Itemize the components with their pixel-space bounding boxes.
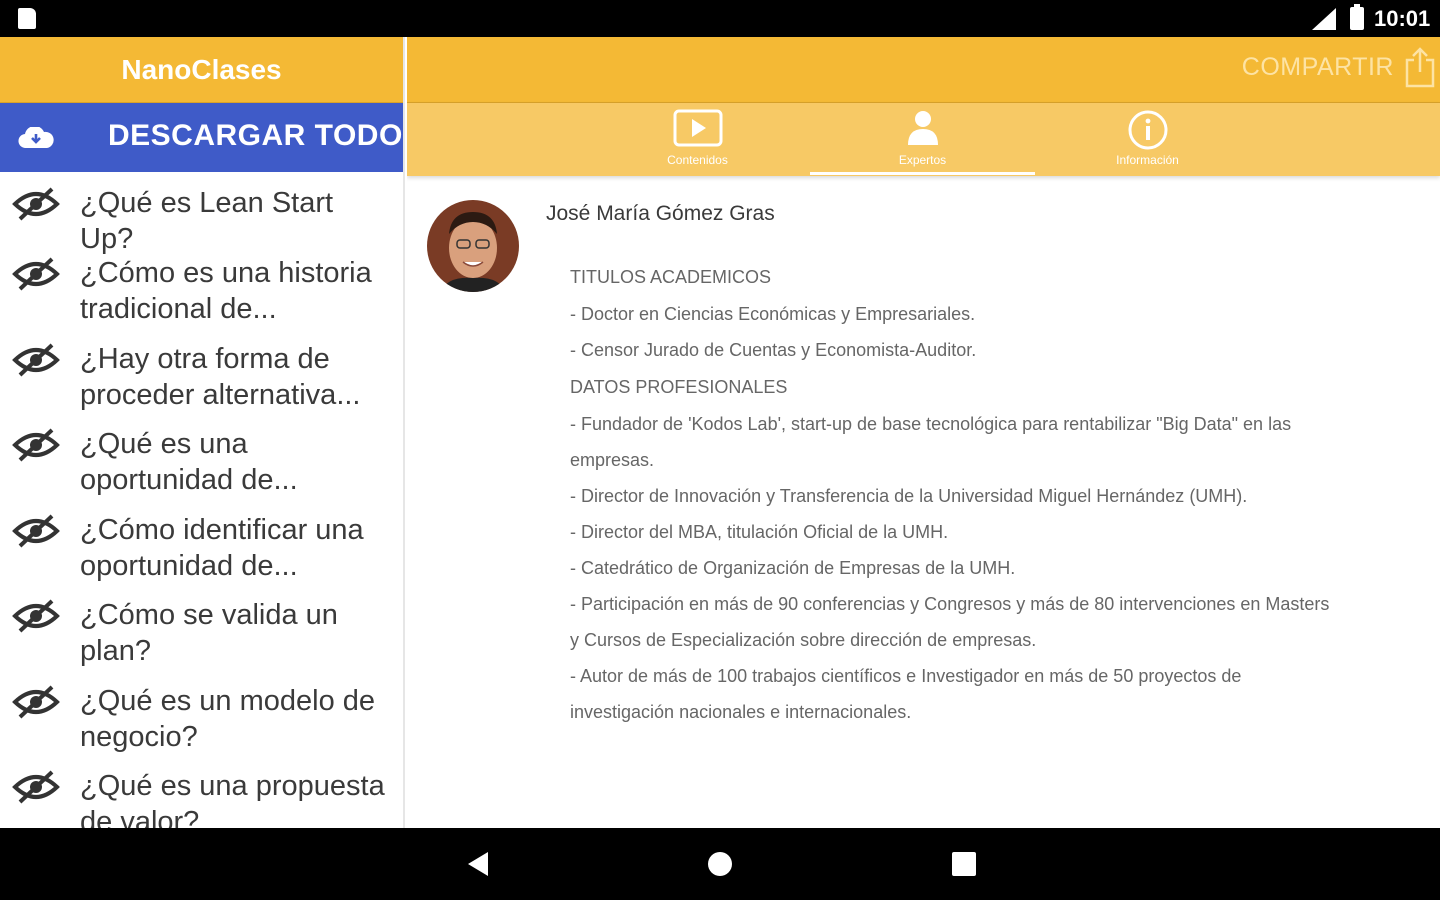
bio-item: - Director del MBA, titulación Oficial d… xyxy=(570,522,949,542)
tab-contenidos[interactable]: Contenidos xyxy=(585,103,810,176)
navigation-bar xyxy=(0,828,1440,900)
tab-label: Expertos xyxy=(898,153,947,167)
lesson-title: ¿Cómo es una historia tradicional de... xyxy=(80,257,372,325)
cloud-download-icon xyxy=(18,127,54,149)
expert-bio: TITULOS ACADEMICOS - Doctor en Ciencias … xyxy=(570,258,1330,730)
eye-hidden-icon xyxy=(12,599,60,633)
lesson-title: ¿Cómo se valida un plan? xyxy=(80,599,338,667)
sd-card-icon xyxy=(18,8,36,29)
expert-avatar xyxy=(427,200,519,292)
bio-item: - Censor Jurado de Cuentas y Economista-… xyxy=(570,340,977,360)
lesson-title: ¿Qué es una propuesta de valor? xyxy=(80,770,385,828)
eye-hidden-icon xyxy=(12,187,60,221)
app-bar: COMPARTIR xyxy=(407,37,1440,103)
expert-name: José María Gómez Gras xyxy=(546,202,775,225)
sidebar: NanoClases DESCARGAR TODO ¿Qué es Lean S… xyxy=(0,37,405,828)
signal-icon xyxy=(1312,8,1336,30)
lesson-title: ¿Cómo identificar una oportunidad de... xyxy=(80,513,364,582)
bio-heading: DATOS PROFESIONALES xyxy=(570,377,788,397)
bio-item: - Autor de más de 100 trabajos científic… xyxy=(570,666,1242,722)
battery-icon xyxy=(1350,4,1364,30)
bio-heading: TITULOS ACADEMICOS xyxy=(570,267,772,287)
lesson-list: ¿Qué es Lean Start Up? ¿Cómo es una hist… xyxy=(0,172,403,828)
tab-label: Contenidos xyxy=(667,153,728,167)
lesson-item[interactable]: ¿Qué es una oportunidad de... xyxy=(0,413,403,499)
bio-item: - Doctor en Ciencias Económicas y Empres… xyxy=(570,304,976,324)
bio-item: - Director de Innovación y Transferencia… xyxy=(570,486,1248,506)
lesson-title: ¿Qué es una oportunidad de... xyxy=(80,428,298,496)
status-bar: 10:01 xyxy=(0,0,1440,37)
tab-label: Información xyxy=(1116,153,1179,167)
lesson-item[interactable]: ¿Hay otra forma de proceder alternativa.… xyxy=(0,328,403,414)
download-all-label: DESCARGAR TODO xyxy=(108,119,403,152)
tab-informacion[interactable]: Información xyxy=(1035,103,1260,176)
eye-hidden-icon xyxy=(12,514,60,547)
home-icon[interactable] xyxy=(706,850,734,878)
bio-item: - Participación en más de 90 conferencia… xyxy=(570,594,1330,650)
play-icon xyxy=(673,109,722,147)
lesson-item[interactable]: ¿Qué es un modelo de negocio? xyxy=(0,670,403,756)
lesson-item[interactable]: ¿Cómo identificar una oportunidad de... xyxy=(0,499,403,585)
back-icon[interactable] xyxy=(466,850,490,878)
bio-item: - Catedrático de Organización de Empresa… xyxy=(570,558,1016,578)
download-all-button[interactable]: DESCARGAR TODO xyxy=(0,103,403,172)
eye-hidden-icon xyxy=(12,685,60,718)
main-panel: COMPARTIR Contenidos Expertos Informació… xyxy=(407,37,1440,828)
eye-hidden-icon xyxy=(12,343,60,376)
lesson-item[interactable]: ¿Qué es una propuesta de valor? xyxy=(0,755,403,828)
bio-item: - Fundador de 'Kodos Lab', start-up de b… xyxy=(570,414,1292,470)
eye-hidden-icon xyxy=(12,257,60,291)
eye-hidden-icon xyxy=(12,428,60,462)
clock: 10:01 xyxy=(1374,6,1431,31)
tab-bar: Contenidos Expertos Información xyxy=(407,103,1440,176)
eye-hidden-icon xyxy=(12,770,60,804)
expert-detail: José María Gómez Gras TITULOS ACADEMICOS… xyxy=(407,176,1440,828)
share-icon xyxy=(1405,47,1435,88)
lesson-title: ¿Hay otra forma de proceder alternativa.… xyxy=(80,342,361,411)
lesson-item[interactable]: ¿Cómo se valida un plan? xyxy=(0,584,403,670)
info-icon xyxy=(1128,110,1167,150)
tab-expertos[interactable]: Expertos xyxy=(810,103,1035,176)
lesson-title: ¿Qué es un modelo de negocio? xyxy=(80,684,376,753)
recents-icon[interactable] xyxy=(951,850,977,878)
share-button[interactable]: COMPARTIR xyxy=(1242,46,1436,88)
person-icon xyxy=(907,111,938,145)
app-title: NanoClases xyxy=(0,37,403,103)
lesson-item[interactable]: ¿Cómo es una historia tradicional de... xyxy=(0,242,403,328)
lesson-item[interactable]: ¿Qué es Lean Start Up? xyxy=(0,172,403,255)
share-label: COMPARTIR xyxy=(1241,52,1394,81)
